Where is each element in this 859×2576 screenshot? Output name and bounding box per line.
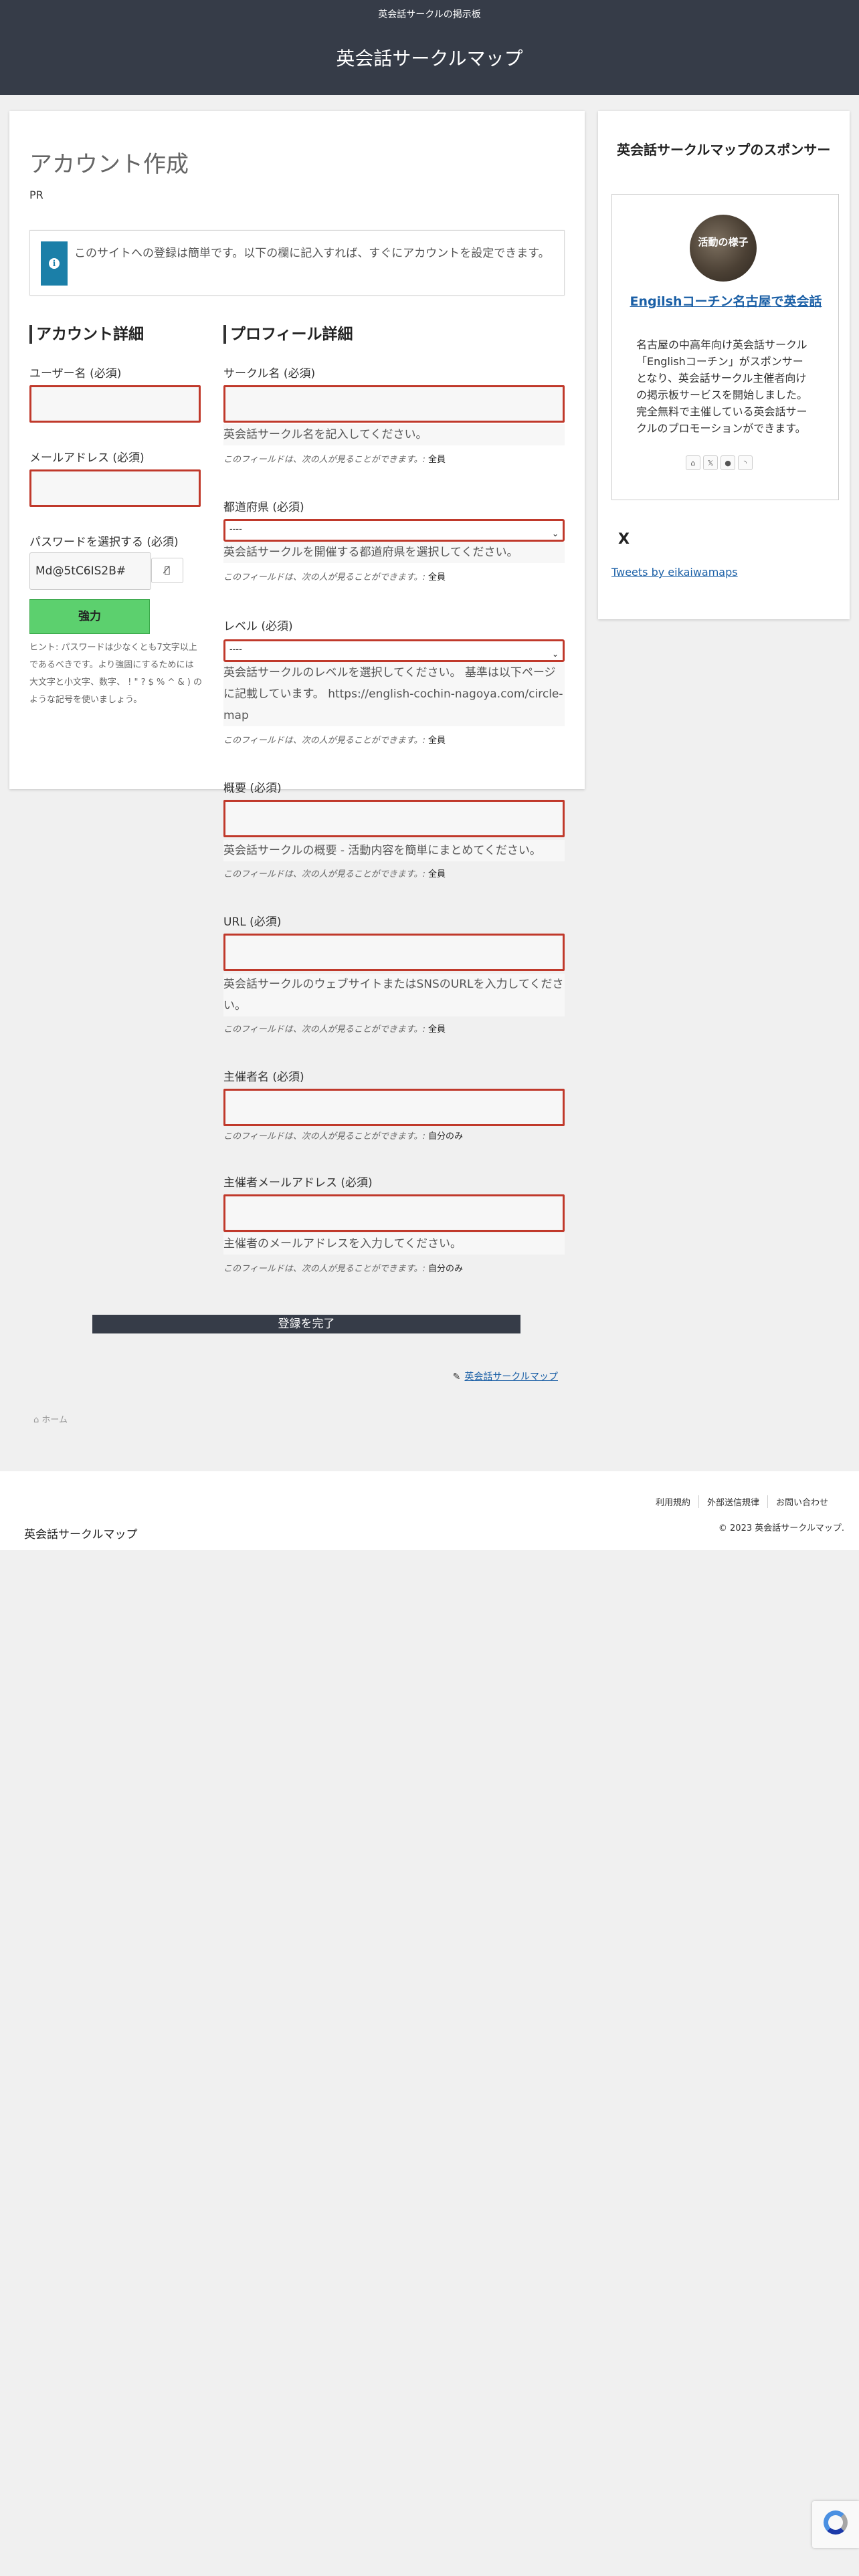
url-description: 英会話サークルのウェブサイトまたはSNSのURLを入力してください。: [223, 974, 565, 1016]
email-label: メールアドレス (必須): [29, 451, 145, 465]
sidebar: 英会話サークルマップのスポンサー 活動の様子 Engilshコーチン名古屋で英会…: [598, 111, 850, 619]
sponsor-avatar[interactable]: 活動の様子: [690, 215, 757, 282]
email-input[interactable]: [29, 469, 201, 507]
password-visibility-toggle[interactable]: 👁̸: [151, 558, 183, 583]
sponsor-description: 名古屋の中高年向け英会話サークル「Englishコーチン」がスポンサーとなり、英…: [636, 338, 808, 435]
level-description: 英会話サークルのレベルを選択してください。 基準は以下ページに記載しています。 …: [223, 662, 565, 726]
site-tagline: 英会話サークルの掲示板: [378, 9, 481, 20]
footer-link-terms[interactable]: 利用規約: [648, 1495, 698, 1508]
prefecture-select[interactable]: ---- ⌄: [223, 519, 565, 542]
footer-links: 利用規約 外部送信規律 お問い合わせ: [648, 1495, 836, 1508]
password-label: パスワードを選択する (必須): [29, 536, 179, 549]
password-hint: ヒント: パスワードは少なくとも7文字以上であるべきです。より強固にするためには…: [29, 643, 203, 705]
profile-details-heading: プロフィール詳細: [223, 325, 353, 344]
eye-slash-icon: 👁̸: [164, 565, 171, 576]
circle-name-input[interactable]: [223, 385, 565, 423]
footer-link-external[interactable]: 外部送信規律: [698, 1495, 767, 1508]
sponsor-name-link[interactable]: Engilshコーチン名古屋で英会話: [626, 292, 826, 311]
summary-description: 英会話サークルの概要 - 活動内容を簡単にまとめてください。: [223, 840, 565, 861]
organizer-name-input[interactable]: [223, 1089, 565, 1126]
pencil-icon: ✎: [452, 1372, 461, 1382]
organizer-name-label: 主催者名 (必須): [223, 1071, 304, 1084]
url-label: URL (必須): [223, 916, 282, 929]
summary-visibility: このフィールドは、次の人が見ることができます。: 全員: [223, 869, 446, 879]
page-title: アカウント作成: [29, 151, 189, 178]
prefecture-description: 英会話サークルを開催する都道府県を選択してください。: [223, 542, 565, 563]
summary-label: 概要 (必須): [223, 782, 282, 795]
rss-icon[interactable]: ◝: [738, 455, 753, 470]
organizer-email-description: 主催者のメールアドレスを入力してください。: [223, 1233, 565, 1255]
level-select[interactable]: ---- ⌄: [223, 639, 565, 662]
copyright: © 2023 英会話サークルマップ.: [718, 1523, 844, 1533]
home-icon[interactable]: ⌂: [686, 455, 700, 470]
level-visibility: このフィールドは、次の人が見ることができます。: 全員: [223, 736, 446, 746]
avatar-caption: 活動の様子: [698, 236, 749, 248]
chevron-down-icon: ⌄: [551, 649, 559, 659]
circle-name-visibility: このフィールドは、次の人が見ることができます。: 全員: [223, 455, 446, 465]
notice-text: このサイトへの登録は簡単です。以下の欄に記入すれば、すぐにアカウントを設定できま…: [74, 247, 550, 260]
password-input[interactable]: Md@5tC6IS2B#: [29, 552, 151, 590]
breadcrumb[interactable]: ⌂ ホーム: [33, 1412, 68, 1425]
level-label: レベル (必須): [223, 620, 293, 633]
x-widget-title: X: [618, 531, 630, 548]
username-label: ユーザー名 (必須): [29, 367, 122, 381]
x-icon[interactable]: 𝕏: [703, 455, 718, 470]
organizer-email-label: 主催者メールアドレス (必須): [223, 1176, 373, 1190]
circle-name-label: サークル名 (必須): [223, 367, 316, 381]
info-notice: i このサイトへの登録は簡単です。以下の欄に記入すれば、すぐにアカウントを設定で…: [29, 230, 565, 296]
recaptcha-icon: [824, 2510, 848, 2535]
home-icon: ⌂: [33, 1415, 39, 1425]
chevron-down-icon: ⌄: [551, 529, 559, 538]
url-input[interactable]: [223, 934, 565, 971]
breadcrumb-home[interactable]: ホーム: [41, 1415, 68, 1425]
account-details-heading: アカウント詳細: [29, 325, 144, 344]
blog-icon[interactable]: ●: [721, 455, 735, 470]
sponsor-widget-title: 英会話サークルマップのスポンサー: [617, 142, 831, 158]
organizer-email-input[interactable]: [223, 1194, 565, 1232]
organizer-name-visibility: このフィールドは、次の人が見ることができます。: 自分のみ: [223, 1132, 463, 1142]
url-visibility: このフィールドは、次の人が見ることができます。: 全員: [223, 1025, 446, 1035]
footer-link-contact[interactable]: お問い合わせ: [767, 1495, 836, 1508]
password-strength-meter: 強力: [29, 599, 150, 634]
pr-label: PR: [29, 189, 43, 201]
site-title[interactable]: 英会話サークルマップ: [0, 44, 859, 71]
tweets-link[interactable]: Tweets by eikaiwamaps: [611, 566, 738, 578]
prefecture-visibility: このフィールドは、次の人が見ることができます。: 全員: [223, 572, 446, 582]
complete-registration-button[interactable]: 登録を完了: [92, 1315, 520, 1333]
username-input[interactable]: [29, 385, 201, 423]
summary-input[interactable]: [223, 800, 565, 837]
recaptcha-badge[interactable]: [812, 2501, 859, 2548]
edit-page-link[interactable]: ✎ 英会話サークルマップ: [453, 1370, 558, 1383]
sponsor-card: 活動の様子 Engilshコーチン名古屋で英会話 名古屋の中高年向け英会話サーク…: [611, 194, 839, 500]
registration-card: アカウント作成 PR i このサイトへの登録は簡単です。以下の欄に記入すれば、す…: [9, 111, 585, 1425]
info-icon: i: [41, 241, 68, 286]
sponsor-social-links: ⌂ 𝕏 ● ◝: [686, 455, 753, 470]
footer-site-name[interactable]: 英会話サークルマップ: [24, 1525, 138, 1541]
circle-name-description: 英会話サークル名を記入してください。: [223, 424, 565, 445]
site-header: 英会話サークルの掲示板 英会話サークルマップ: [0, 0, 859, 95]
organizer-email-visibility: このフィールドは、次の人が見ることができます。: 自分のみ: [223, 1264, 463, 1274]
site-footer: 利用規約 外部送信規律 お問い合わせ © 2023 英会話サークルマップ. 英会…: [0, 1471, 859, 1550]
prefecture-label: 都道府県 (必須): [223, 501, 304, 514]
